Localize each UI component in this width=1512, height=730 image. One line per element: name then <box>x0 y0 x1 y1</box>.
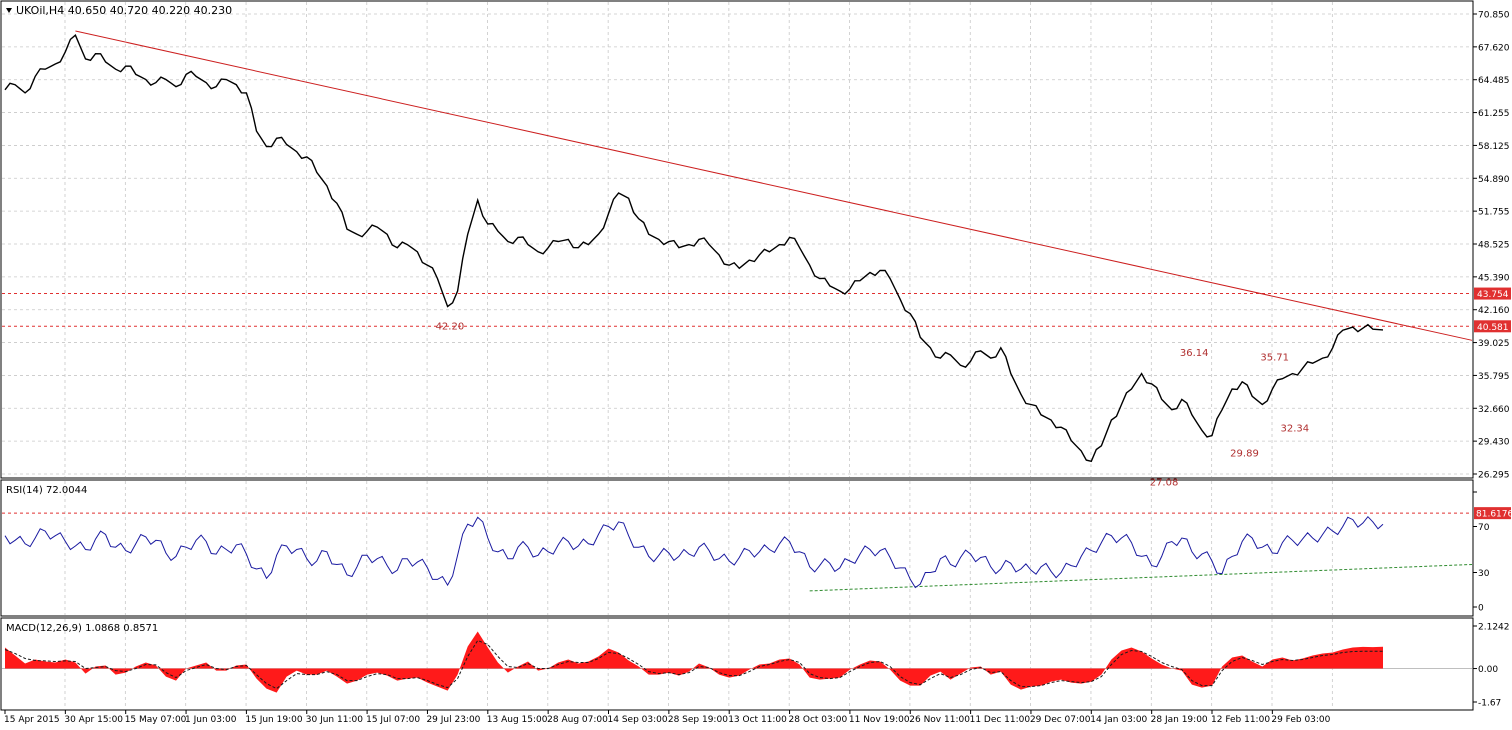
macd-axis: 2.1242 0.00 -1.67 <box>1473 623 1510 709</box>
time-tick-label: 28 Aug 07:00 <box>547 715 608 725</box>
time-tick-label: 11 Dec 11:00 <box>970 715 1031 725</box>
price-axis: 70.850 67.620 64.485 61.255 58.125 54.890 51.7… <box>1473 11 1510 481</box>
time-tick-label: 12 Feb 11:00 <box>1211 715 1270 725</box>
time-tick-label: 28 Jan 19:00 <box>1151 715 1208 725</box>
time-tick-label: 1 Jun 03:00 <box>185 715 237 725</box>
rsi-tick-label: 30 <box>1478 569 1490 579</box>
price-annotation: 32.34 <box>1280 423 1309 434</box>
time-tick-label: 15 Apr 2015 <box>4 715 60 725</box>
time-tick-label: 30 Jun 11:00 <box>306 715 363 725</box>
rsi-header: RSI(14) 72.0044 <box>6 485 87 496</box>
trading-chart[interactable]: 42.20 27.08 36.14 29.89 35.71 32.34 UKOil,H4 … <box>0 0 1512 730</box>
price-tick-label: 54.890 <box>1478 175 1510 185</box>
price-tick-label: 45.390 <box>1478 273 1510 283</box>
time-tick-label: 14 Sep 03:00 <box>608 715 668 725</box>
price-tick-label: 29.430 <box>1478 438 1510 448</box>
macd-tick-label: 2.1242 <box>1478 623 1510 633</box>
price-tick-label: 64.485 <box>1478 76 1510 86</box>
price-annotation: 42.20 <box>436 322 465 333</box>
time-tick-label: 28 Oct 03:00 <box>789 715 848 725</box>
price-level-tag-label: 43.754 <box>1477 290 1509 300</box>
ohlc-values: 40.650 40.720 40.220 40.230 <box>68 4 232 17</box>
time-tick-label: 13 Oct 11:00 <box>728 715 787 725</box>
price-level-tag-label: 40.581 <box>1477 323 1509 333</box>
time-tick-label: 15 Jun 19:00 <box>245 715 302 725</box>
price-annotation: 36.14 <box>1180 348 1209 359</box>
price-tick-label: 58.125 <box>1478 142 1510 152</box>
time-tick-label: 28 Sep 19:00 <box>668 715 728 725</box>
price-tick-label: 42.160 <box>1478 306 1510 316</box>
time-tick-label: 29 Feb 03:00 <box>1271 715 1330 725</box>
price-tick-label: 51.755 <box>1478 208 1510 218</box>
time-tick-label: 13 Aug 15:00 <box>487 715 548 725</box>
macd-header: MACD(12,26,9) 1.0868 0.8571 <box>6 623 158 634</box>
symbol-header: UKOil,H4 40.650 40.720 40.220 40.230 <box>6 4 232 17</box>
price-annotation: 29.89 <box>1230 449 1259 460</box>
rsi-panel-frame <box>0 479 1474 617</box>
time-tick-label: 29 Jul 23:00 <box>426 715 480 725</box>
time-tick-label: 30 Apr 15:00 <box>64 715 123 725</box>
price-tick-label: 32.660 <box>1478 405 1510 415</box>
svg-text:UKOil,H4 40.650 40.720 40.220: UKOil,H4 40.650 40.720 40.220 40.230 <box>16 4 232 17</box>
price-tick-label: 26.295 <box>1478 471 1510 481</box>
time-tick-label: 14 Jan 03:00 <box>1090 715 1147 725</box>
rsi-level-tag-label: 81.6176 <box>1476 510 1512 520</box>
symbol-label: UKOil,H4 <box>16 4 64 17</box>
rsi-tick-label: 70 <box>1478 523 1490 533</box>
time-tick-label: 15 Jul 07:00 <box>366 715 420 725</box>
price-tick-label: 61.255 <box>1478 109 1510 119</box>
price-tick-label: 39.025 <box>1478 339 1510 349</box>
time-tick-label: 29 Dec 07:00 <box>1030 715 1091 725</box>
price-tick-label: 48.525 <box>1478 241 1510 251</box>
macd-tick-label: 0.00 <box>1478 665 1498 675</box>
price-level-tags: 43.754 40.581 81.6176 <box>1474 287 1512 520</box>
price-tick-label: 35.795 <box>1478 372 1510 382</box>
price-tick-label: 70.850 <box>1478 11 1510 21</box>
price-tick-label: 67.620 <box>1478 43 1510 53</box>
rsi-tick-label: 0 <box>1478 604 1484 614</box>
time-tick-label: 11 Nov 19:00 <box>849 715 910 725</box>
price-annotation: 27.08 <box>1150 478 1179 489</box>
time-axis: 15 Apr 2015 30 Apr 15:00 15 May 07:001 Jun… <box>4 710 1331 725</box>
price-panel-frame <box>0 0 1474 479</box>
macd-tick-label: -1.67 <box>1478 699 1501 709</box>
price-annotation: 35.71 <box>1260 353 1289 364</box>
time-tick-label: 15 May 07:00 <box>125 715 187 725</box>
time-tick-label: 26 Nov 11:00 <box>909 715 970 725</box>
